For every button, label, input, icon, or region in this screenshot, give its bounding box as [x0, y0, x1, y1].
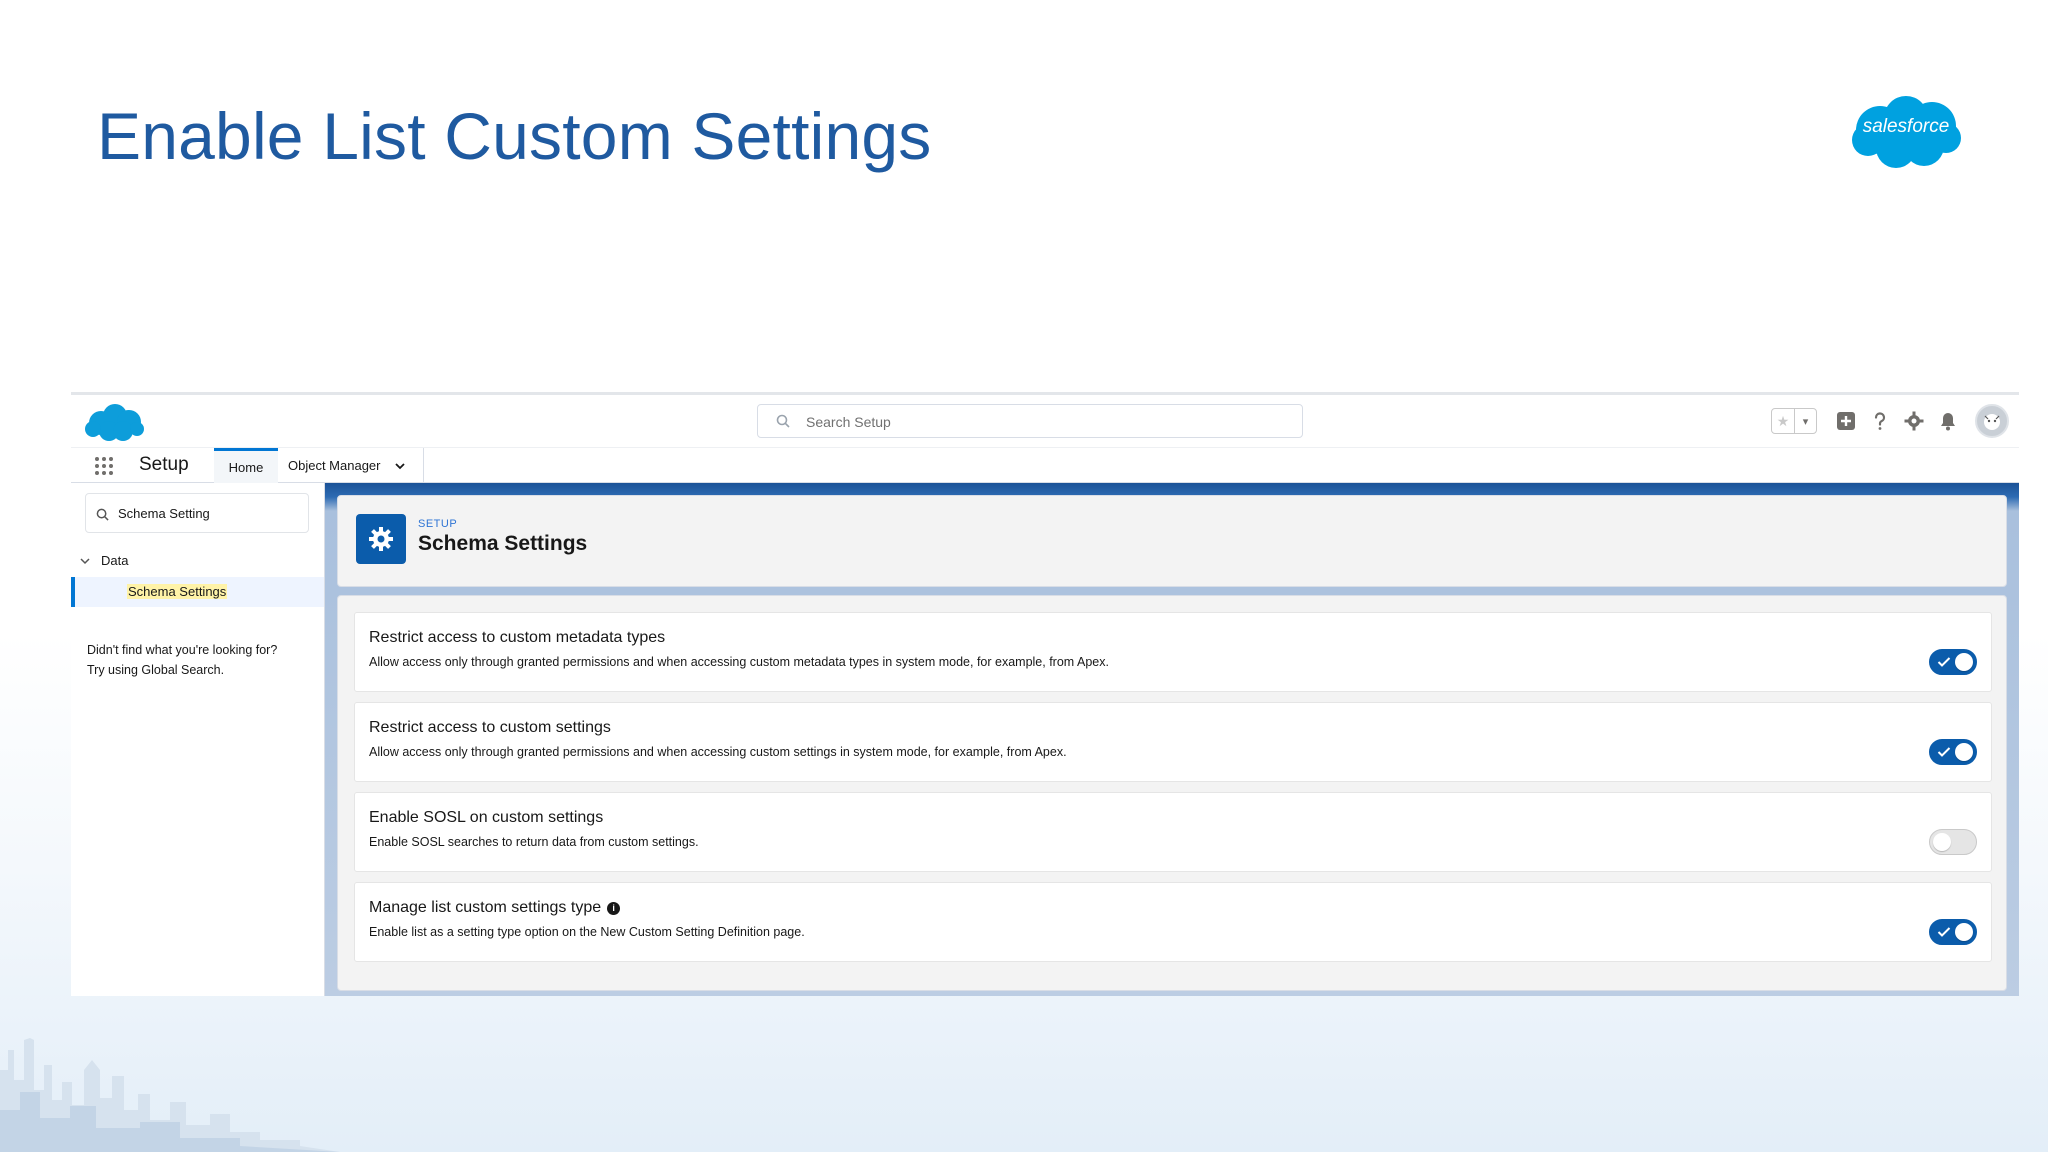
setting-description: Allow access only through granted permis…: [369, 655, 1109, 669]
toggle-knob: [1955, 923, 1973, 941]
setting-title-label: Manage list custom settings type: [369, 899, 602, 916]
toggle-knob: [1955, 743, 1973, 761]
toggle-knob: [1955, 653, 1973, 671]
setting-title: Manage list custom settings type i: [369, 899, 621, 917]
chevron-down-icon[interactable]: [393, 459, 407, 473]
setting-title: Enable SOSL on custom settings: [369, 809, 604, 826]
context-navigation-bar: Setup Home Object Manager: [71, 447, 2019, 483]
page-eyebrow: SETUP: [418, 518, 458, 530]
setup-search-box[interactable]: [757, 404, 1303, 438]
setting-row-enable-sosl: Enable SOSL on custom settings Enable SO…: [354, 792, 1992, 872]
main-content-area: SETUP Schema Settings Restrict access to…: [325, 483, 2019, 996]
setting-title: Restrict access to custom metadata types: [369, 629, 666, 646]
toggle-switch[interactable]: [1929, 739, 1977, 765]
setting-description: Enable SOSL searches to return data from…: [369, 835, 699, 849]
page-header: SETUP Schema Settings: [337, 495, 2007, 587]
tree-item-label: Schema Settings: [127, 584, 228, 599]
tree-section-label: Data: [101, 553, 129, 568]
salesforce-cloud-icon[interactable]: [85, 401, 145, 443]
not-found-line-2: Try using Global Search.: [87, 663, 225, 677]
global-actions-icon[interactable]: [1835, 410, 1857, 432]
chevron-down-icon[interactable]: [79, 555, 91, 567]
setting-row-restrict-custom-settings: Restrict access to custom settings Allow…: [354, 702, 1992, 782]
notifications-bell-icon[interactable]: [1937, 410, 1959, 432]
toggle-switch[interactable]: [1929, 829, 1977, 855]
slide-title: Enable List Custom Settings: [97, 99, 932, 173]
city-skyline-decoration: [0, 1010, 340, 1152]
help-icon[interactable]: [1869, 410, 1891, 432]
global-header: ★ ▾: [71, 395, 2019, 447]
setup-search-input[interactable]: [806, 411, 1286, 433]
toggle-knob: [1933, 833, 1951, 851]
setting-description: Enable list as a setting type option on …: [369, 925, 805, 939]
settings-panel: Restrict access to custom metadata types…: [337, 595, 2007, 991]
setup-gear-icon: [356, 514, 406, 564]
setup-gear-icon[interactable]: [1903, 410, 1925, 432]
setting-row-restrict-metadata: Restrict access to custom metadata types…: [354, 612, 1992, 692]
favorites-dropdown-icon[interactable]: ▾: [1794, 409, 1816, 433]
salesforce-logo-text: salesforce: [1862, 116, 1950, 137]
setting-description: Allow access only through granted permis…: [369, 745, 1067, 759]
quick-find-box[interactable]: [85, 493, 309, 533]
checkmark-icon: [1937, 927, 1951, 937]
favorites-star-icon[interactable]: ★: [1772, 409, 1794, 433]
tab-object-manager-label: Object Manager: [288, 458, 381, 473]
page-title: Schema Settings: [418, 532, 588, 555]
tree-item-schema-settings[interactable]: Schema Settings: [71, 577, 324, 607]
setup-sidebar: Data Schema Settings Didn't find what yo…: [71, 483, 325, 996]
toggle-switch[interactable]: [1929, 919, 1977, 945]
app-name: Setup: [139, 454, 189, 475]
toggle-switch[interactable]: [1929, 649, 1977, 675]
user-avatar[interactable]: [1975, 404, 2009, 438]
app-launcher-grid-icon[interactable]: [93, 455, 115, 477]
tab-home[interactable]: Home: [214, 448, 278, 483]
checkmark-icon: [1937, 657, 1951, 667]
quick-find-input[interactable]: [118, 503, 298, 523]
setting-row-manage-list-custom-settings: Manage list custom settings type i Enabl…: [354, 882, 1992, 962]
salesforce-setup-screen: ★ ▾: [71, 392, 2019, 996]
setting-title: Restrict access to custom settings: [369, 719, 611, 736]
tree-section-data[interactable]: Data: [79, 553, 128, 568]
not-found-line-1: Didn't find what you're looking for?: [87, 643, 278, 657]
favorites-group[interactable]: ★ ▾: [1771, 408, 1817, 434]
info-icon[interactable]: i: [607, 901, 621, 915]
not-found-hint: Didn't find what you're looking for? Try…: [87, 640, 317, 680]
tab-object-manager[interactable]: Object Manager: [278, 448, 424, 483]
checkmark-icon: [1937, 747, 1951, 757]
header-utility-icons: ★ ▾: [1771, 404, 2009, 438]
salesforce-logo: salesforce: [1850, 92, 1962, 172]
search-icon: [96, 508, 109, 521]
search-icon: [776, 414, 790, 428]
